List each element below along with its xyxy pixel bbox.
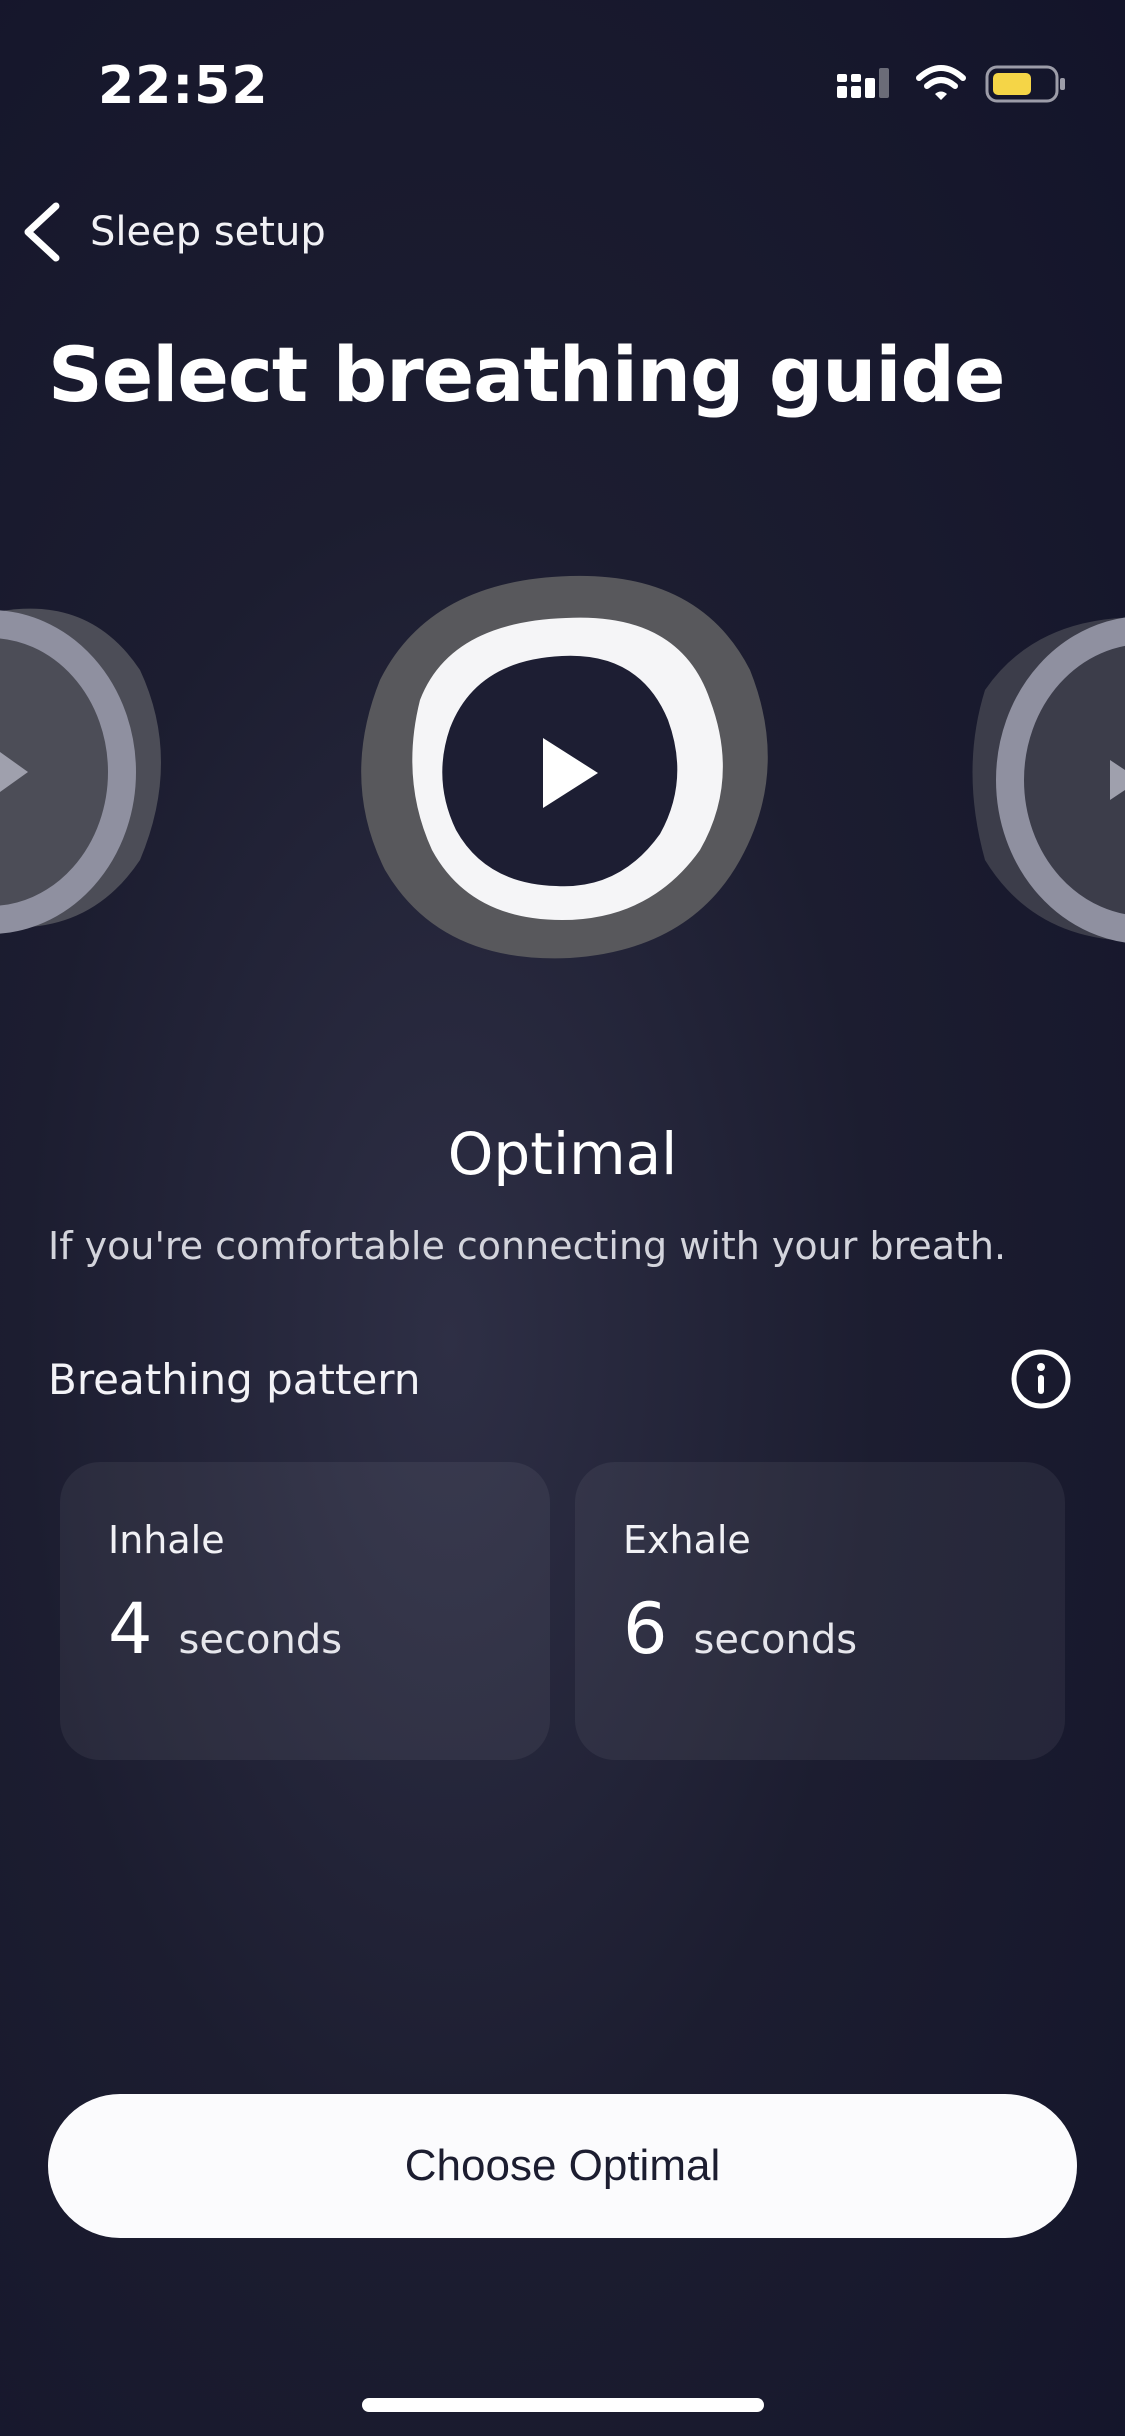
guide-description: If you're comfortable connecting with yo… [48,1224,1007,1268]
wifi-icon [916,65,966,100]
battery-icon [985,65,1065,103]
exhale-card: Exhale 6 seconds [575,1462,1065,1760]
inhale-unit: seconds [178,1617,343,1663]
optimal-guide-item[interactable] [361,575,768,959]
next-guide-item[interactable] [972,617,1125,943]
breathing-pattern-label: Breathing pattern [48,1355,421,1404]
exhale-label: Exhale [623,1518,751,1562]
exhale-value: 6 seconds [623,1588,857,1670]
inhale-label: Inhale [108,1518,225,1562]
home-indicator[interactable] [362,2398,764,2412]
status-time: 22:52 [98,56,269,116]
exhale-unit: seconds [693,1617,858,1663]
info-icon[interactable] [1010,1348,1072,1414]
status-icons [835,64,1067,104]
page-title: Select breathing guide [48,330,1005,419]
choose-guide-button[interactable]: Choose Optimal [48,2094,1077,2238]
inhale-seconds-number: 4 [108,1588,153,1670]
previous-guide-item[interactable] [0,608,161,934]
inhale-card: Inhale 4 seconds [60,1462,550,1760]
guide-carousel[interactable] [0,560,1125,1000]
back-button[interactable]: Sleep setup [20,200,326,264]
chevron-left-icon [24,202,60,262]
guide-name: Optimal [447,1120,678,1188]
back-label: Sleep setup [90,209,326,255]
exhale-seconds-number: 6 [623,1588,668,1670]
inhale-value: 4 seconds [108,1588,342,1670]
cellular-signal-icon [837,68,889,98]
